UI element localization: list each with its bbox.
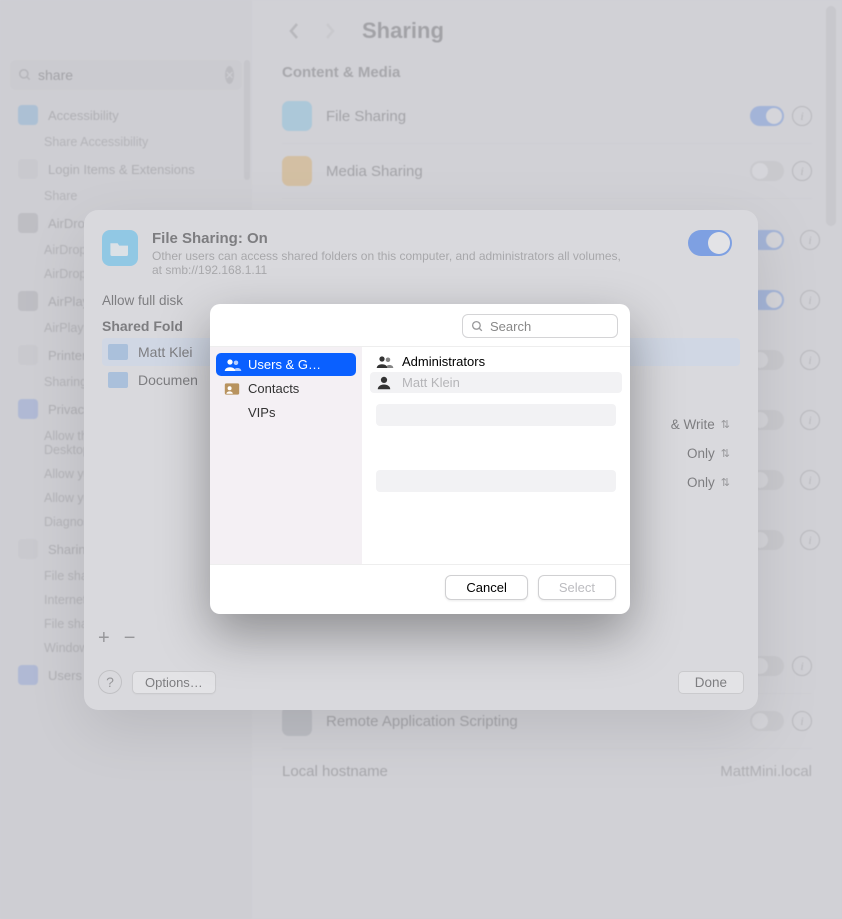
empty-row: [376, 470, 616, 492]
sidebar-scrollbar[interactable]: [244, 60, 250, 180]
folder-label: Documen: [138, 372, 198, 388]
user-label: Administrators: [402, 354, 485, 369]
row-icon: [282, 706, 312, 736]
info-icon[interactable]: i: [792, 656, 812, 676]
sidebar-item-label: AirPlay: [48, 294, 89, 309]
row-icon: [282, 156, 312, 186]
sidebar-subitem[interactable]: Share: [0, 184, 252, 208]
info-icon[interactable]: i: [800, 290, 820, 310]
permission-label: & Write: [671, 417, 715, 432]
info-icon[interactable]: i: [800, 470, 820, 490]
folder-label: Matt Klei: [138, 344, 192, 360]
sidebar-search-input[interactable]: [38, 67, 219, 83]
category-label: Contacts: [248, 381, 299, 396]
chevron-updown-icon: ⇅: [721, 447, 730, 460]
sidebar-item-icon: [18, 665, 38, 685]
category-icon: [224, 358, 240, 372]
folder-icon: [108, 344, 128, 360]
file-sharing-toggle[interactable]: [688, 230, 732, 256]
toggle[interactable]: [750, 711, 784, 731]
info-icon[interactable]: i: [800, 530, 820, 550]
help-button[interactable]: ?: [98, 670, 122, 694]
done-button[interactable]: Done: [678, 671, 744, 694]
category-icon: [224, 406, 240, 420]
sidebar-item-label: Accessibility: [48, 108, 119, 123]
fs-title: File Sharing: On: [152, 230, 674, 247]
sidebar-item-icon: [18, 291, 38, 311]
add-folder-button[interactable]: +: [98, 627, 110, 650]
fs-subtitle: Other users can access shared folders on…: [152, 249, 632, 277]
row-label: File Sharing: [326, 108, 750, 125]
picker-user-list: Administrators Matt Klein: [362, 347, 630, 564]
sidebar-item-icon: [18, 539, 38, 559]
picker-search-placeholder: Search: [490, 319, 531, 334]
sidebar-item-icon: [18, 159, 38, 179]
chevron-updown-icon: ⇅: [721, 476, 730, 489]
back-button[interactable]: [282, 19, 306, 43]
category-label: VIPs: [248, 405, 275, 420]
sidebar-item[interactable]: Accessibility: [0, 100, 252, 130]
picker-search[interactable]: Search: [462, 314, 618, 338]
info-icon[interactable]: i: [792, 711, 812, 731]
hostname-value: MattMini.local: [720, 763, 812, 780]
row-icon: [282, 101, 312, 131]
search-icon: [471, 320, 484, 333]
empty-row: [376, 437, 616, 459]
picker-category[interactable]: Contacts: [216, 377, 356, 400]
user-icon: [376, 376, 394, 390]
toggle[interactable]: [750, 161, 784, 181]
hostname-label: Local hostname: [282, 763, 388, 780]
picker-user-row[interactable]: Administrators: [370, 351, 622, 372]
row-label: Remote Application Scripting: [326, 713, 750, 730]
user-label: Matt Klein: [402, 375, 460, 390]
cancel-button[interactable]: Cancel: [445, 575, 527, 600]
toggle[interactable]: [750, 106, 784, 126]
info-icon[interactable]: i: [800, 410, 820, 430]
picker-category[interactable]: VIPs: [216, 401, 356, 424]
sidebar-item[interactable]: Login Items & Extensions: [0, 154, 252, 184]
settings-row: File Sharing i: [282, 89, 812, 144]
clear-search-icon[interactable]: ✕: [225, 66, 234, 84]
info-icon[interactable]: i: [800, 350, 820, 370]
picker-category[interactable]: Users & G…: [216, 353, 356, 376]
user-picker-modal: Search Users & G… Contacts VIPs Administra…: [210, 304, 630, 614]
category-label: Users & G…: [248, 357, 321, 372]
sidebar-subitem[interactable]: Share Accessibility: [0, 130, 252, 154]
page-title: Sharing: [362, 18, 444, 44]
info-icon[interactable]: i: [792, 161, 812, 181]
section-content-media: Content & Media: [282, 64, 812, 81]
sidebar-item-label: Login Items & Extensions: [48, 162, 195, 177]
sidebar-search[interactable]: ✕: [10, 60, 242, 90]
select-button[interactable]: Select: [538, 575, 616, 600]
sidebar-item-icon: [18, 105, 38, 125]
picker-user-row: Matt Klein: [370, 372, 622, 393]
user-icon: [376, 355, 394, 369]
permission-label: Only: [687, 475, 715, 490]
empty-row: [376, 404, 616, 426]
folder-share-icon: [102, 230, 138, 266]
main-scrollbar[interactable]: [826, 6, 836, 226]
remove-folder-button[interactable]: −: [124, 627, 136, 650]
sidebar-item-icon: [18, 213, 38, 233]
category-icon: [224, 382, 240, 396]
chevron-updown-icon: ⇅: [721, 418, 730, 431]
sidebar-item-icon: [18, 345, 38, 365]
sidebar-item-icon: [18, 399, 38, 419]
picker-category-list: Users & G… Contacts VIPs: [210, 347, 362, 564]
info-icon[interactable]: i: [792, 106, 812, 126]
options-button[interactable]: Options…: [132, 671, 216, 694]
forward-button[interactable]: [318, 19, 342, 43]
folder-icon: [108, 372, 128, 388]
row-label: Media Sharing: [326, 163, 750, 180]
search-icon: [18, 68, 32, 82]
settings-row: Media Sharing i: [282, 144, 812, 199]
permission-label: Only: [687, 446, 715, 461]
info-icon[interactable]: i: [800, 230, 820, 250]
